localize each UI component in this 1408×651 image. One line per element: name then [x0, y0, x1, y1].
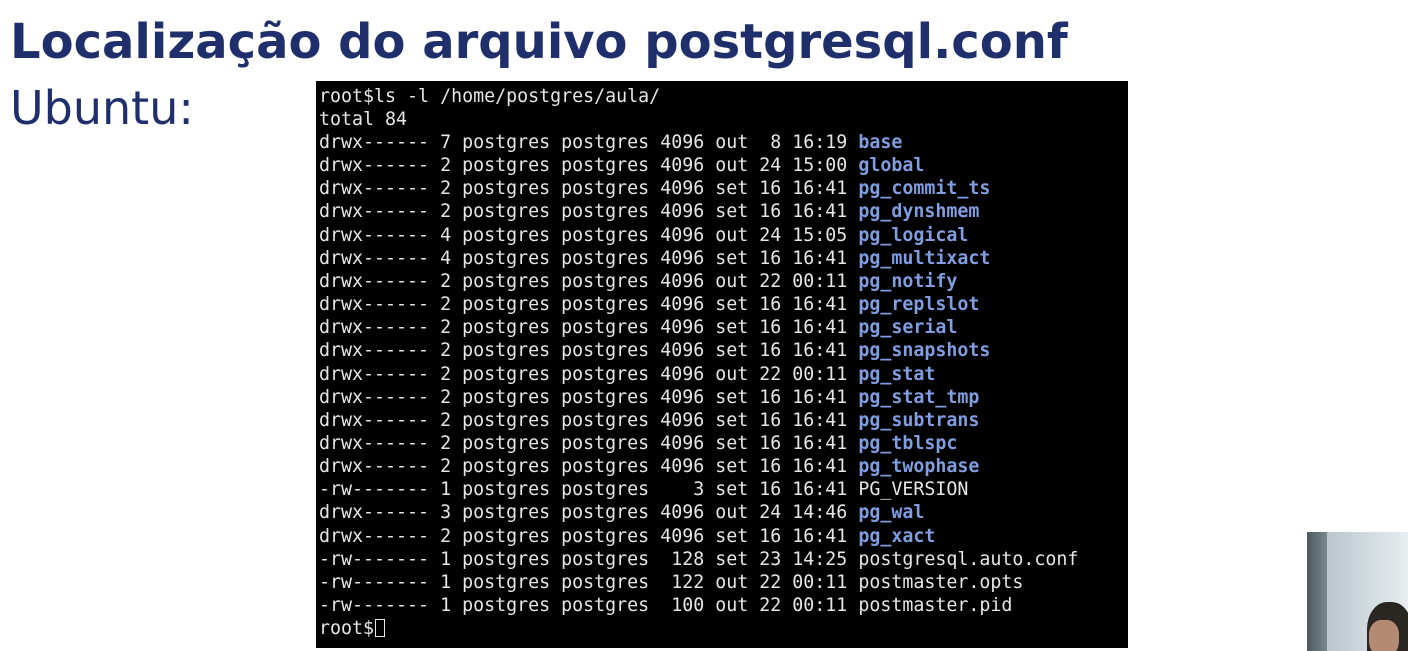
- listing-row-directory-name: pg_xact: [858, 525, 936, 547]
- terminal-listing-row: -rw------- 1 postgres postgres 122 out 2…: [319, 571, 1023, 594]
- listing-row-info: drwx------ 4 postgres postgres 4096 out …: [319, 224, 859, 246]
- listing-row-directory-name: pg_replslot: [858, 294, 980, 316]
- listing-row-file-name: postmaster.opts: [858, 571, 1024, 593]
- terminal-listing-row: drwx------ 7 postgres postgres 4096 out …: [319, 131, 902, 154]
- terminal-prompt: root$: [319, 618, 375, 640]
- terminal-prompt-line[interactable]: root$: [319, 617, 386, 640]
- listing-row-directory-name: pg_snapshots: [858, 340, 991, 362]
- listing-row-info: drwx------ 2 postgres postgres 4096 set …: [319, 456, 859, 478]
- listing-row-info: drwx------ 4 postgres postgres 4096 set …: [319, 247, 859, 269]
- terminal-listing-row: drwx------ 2 postgres postgres 4096 set …: [319, 525, 935, 548]
- listing-row-info: drwx------ 2 postgres postgres 4096 set …: [319, 201, 859, 223]
- terminal-listing-row: drwx------ 2 postgres postgres 4096 set …: [319, 409, 979, 432]
- listing-row-info: -rw------- 1 postgres postgres 128 set 2…: [319, 548, 859, 570]
- listing-row-directory-name: pg_stat: [858, 363, 936, 385]
- terminal-listing-row: drwx------ 2 postgres postgres 4096 set …: [319, 200, 979, 223]
- terminal-cursor: [375, 619, 386, 638]
- terminal-listing-row: drwx------ 2 postgres postgres 4096 set …: [319, 455, 979, 478]
- listing-row-directory-name: pg_notify: [858, 270, 958, 292]
- listing-row-info: drwx------ 2 postgres postgres 4096 set …: [319, 525, 859, 547]
- terminal-listing-row: drwx------ 2 postgres postgres 4096 set …: [319, 293, 979, 316]
- listing-row-info: drwx------ 2 postgres postgres 4096 out …: [319, 363, 859, 385]
- listing-row-directory-name: pg_twophase: [858, 456, 980, 478]
- terminal-listing-row: -rw------- 1 postgres postgres 128 set 2…: [319, 548, 1078, 571]
- terminal-listing-row: drwx------ 2 postgres postgres 4096 set …: [319, 177, 990, 200]
- listing-row-directory-name: pg_commit_ts: [858, 178, 991, 200]
- terminal-listing-row: drwx------ 4 postgres postgres 4096 set …: [319, 247, 990, 270]
- terminal-listing-row: drwx------ 2 postgres postgres 4096 set …: [319, 386, 979, 409]
- listing-row-directory-name: pg_logical: [858, 224, 969, 246]
- listing-row-directory-name: pg_tblspc: [858, 432, 958, 454]
- terminal-listing-row: drwx------ 2 postgres postgres 4096 out …: [319, 270, 957, 293]
- listing-row-directory-name: base: [858, 132, 903, 153]
- terminal-listing-row: -rw------- 1 postgres postgres 3 set 16 …: [319, 478, 968, 501]
- terminal-listing-row: drwx------ 2 postgres postgres 4096 set …: [319, 339, 990, 362]
- slide-subtitle: Ubuntu:: [10, 81, 194, 135]
- listing-row-info: drwx------ 2 postgres postgres 4096 set …: [319, 340, 859, 362]
- listing-row-directory-name: pg_dynshmem: [858, 201, 980, 223]
- terminal-command-line: root$ls -l /home/postgres/aula/: [319, 86, 661, 107]
- terminal-listing-row: drwx------ 2 postgres postgres 4096 set …: [319, 432, 957, 455]
- listing-row-directory-name: pg_multixact: [858, 247, 991, 269]
- terminal-listing-row: -rw------- 1 postgres postgres 100 out 2…: [319, 594, 1012, 617]
- terminal-listing-row: drwx------ 4 postgres postgres 4096 out …: [319, 224, 968, 247]
- listing-row-info: -rw------- 1 postgres postgres 122 out 2…: [319, 571, 859, 593]
- terminal-listing-row: drwx------ 2 postgres postgres 4096 set …: [319, 316, 957, 339]
- terminal-listing-row: drwx------ 2 postgres postgres 4096 out …: [319, 363, 935, 386]
- listing-row-directory-name: pg_subtrans: [858, 409, 980, 431]
- listing-row-info: drwx------ 2 postgres postgres 4096 out …: [319, 155, 859, 177]
- listing-row-directory-name: pg_serial: [858, 317, 958, 339]
- listing-row-info: drwx------ 2 postgres postgres 4096 out …: [319, 270, 859, 292]
- listing-row-info: -rw------- 1 postgres postgres 3 set 16 …: [319, 479, 859, 501]
- terminal-listing-row: drwx------ 2 postgres postgres 4096 out …: [319, 154, 924, 177]
- listing-row-info: drwx------ 2 postgres postgres 4096 set …: [319, 432, 859, 454]
- terminal-total-line: total 84: [319, 109, 408, 130]
- terminal-listing-row: drwx------ 3 postgres postgres 4096 out …: [319, 501, 924, 524]
- listing-row-info: -rw------- 1 postgres postgres 100 out 2…: [319, 595, 859, 616]
- listing-row-info: drwx------ 7 postgres postgres 4096 out …: [319, 132, 859, 153]
- webcam-overlay: [1307, 532, 1408, 651]
- listing-row-info: drwx------ 2 postgres postgres 4096 set …: [319, 294, 859, 316]
- listing-row-file-name: postmaster.pid: [858, 595, 1013, 616]
- listing-row-directory-name: global: [858, 155, 925, 177]
- slide-title: Localização do arquivo postgresql.conf: [10, 14, 1068, 70]
- listing-row-directory-name: pg_wal: [858, 502, 925, 524]
- listing-row-file-name: postgresql.auto.conf: [858, 548, 1079, 570]
- listing-row-info: drwx------ 2 postgres postgres 4096 set …: [319, 317, 859, 339]
- listing-row-info: drwx------ 2 postgres postgres 4096 set …: [319, 409, 859, 431]
- listing-row-info: drwx------ 3 postgres postgres 4096 out …: [319, 502, 859, 524]
- listing-row-directory-name: pg_stat_tmp: [858, 386, 980, 408]
- listing-row-info: drwx------ 2 postgres postgres 4096 set …: [319, 178, 859, 200]
- listing-row-info: drwx------ 2 postgres postgres 4096 set …: [319, 386, 859, 408]
- terminal-window[interactable]: root$ls -l /home/postgres/aula/ total 84…: [316, 81, 1128, 648]
- listing-row-file-name: PG_VERSION: [858, 479, 969, 501]
